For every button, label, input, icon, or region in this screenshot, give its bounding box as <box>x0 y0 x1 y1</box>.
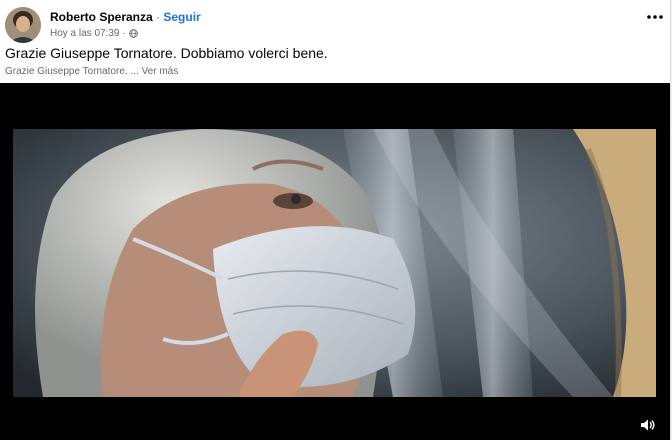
video-still-image <box>13 129 656 397</box>
more-options-icon[interactable] <box>644 8 666 26</box>
author-line: Roberto Speranza · Seguir <box>50 10 201 25</box>
video-frame <box>13 129 656 397</box>
follow-button[interactable]: Seguir <box>163 10 200 24</box>
globe-icon <box>129 29 138 38</box>
separator-dot: · <box>156 10 161 24</box>
video-preview-text[interactable]: Grazie Giuseppe Tornatore. ... Ver más <box>5 66 178 78</box>
volume-icon[interactable] <box>640 418 656 432</box>
timestamp[interactable]: Hoy a las 07:39 <box>50 27 120 40</box>
post-text: Grazie Giuseppe Tornatore. Dobbiamo vole… <box>5 45 328 61</box>
post-meta: Hoy a las 07:39 · <box>50 27 138 40</box>
video-player[interactable] <box>0 83 670 440</box>
author-name[interactable]: Roberto Speranza <box>50 10 153 24</box>
facebook-post: Roberto Speranza · Seguir Hoy a las 07:3… <box>0 0 671 440</box>
author-avatar[interactable] <box>5 7 41 43</box>
meta-separator-dot: · <box>122 28 126 39</box>
avatar-picture <box>5 7 41 43</box>
